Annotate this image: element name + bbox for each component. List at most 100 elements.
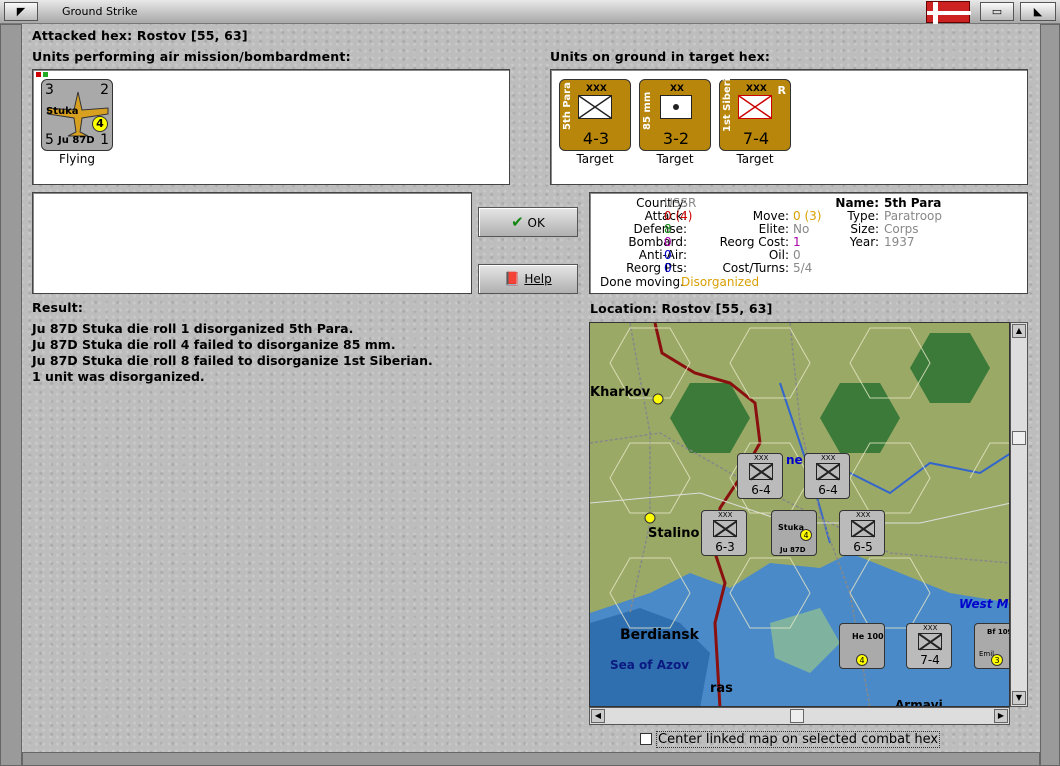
map-counter[interactable]: XXX 6-4 xyxy=(804,453,850,499)
reorg-pts-label: Reorg Pts: xyxy=(626,261,687,275)
reorg-pts-value: 0 xyxy=(664,261,672,275)
ground-units-label: Units on ground in target hex: xyxy=(550,49,771,64)
counter-value: 6-4 xyxy=(818,483,838,497)
system-menu-button[interactable]: ◤ xyxy=(4,2,38,21)
result-line: Ju 87D Stuka die roll 4 failed to disorg… xyxy=(32,337,396,352)
type-label: Type: xyxy=(847,209,879,223)
unit-status: Target xyxy=(736,152,774,166)
map-label-sea-of-azov: Sea of Azov xyxy=(610,658,690,672)
air-unit-name: Stuka xyxy=(46,106,79,117)
right-frame xyxy=(1040,24,1060,766)
ground-unit-5th-para[interactable]: 5th Para XXX 4-3 xyxy=(559,79,631,151)
map-label-ras: ras xyxy=(710,681,733,696)
infantry-symbol-icon xyxy=(713,520,737,537)
horizontal-scroll-thumb[interactable] xyxy=(790,709,804,723)
year-value: 1937 xyxy=(884,235,915,249)
german-flag-icon xyxy=(926,1,971,24)
air-unit-top-left: 3 xyxy=(45,82,54,98)
air-unit-bottom-left: 5 xyxy=(45,132,54,148)
minimize-button[interactable]: ▭ xyxy=(980,2,1014,21)
counter-value: 6-4 xyxy=(751,483,771,497)
defense-label: Defense: xyxy=(633,222,687,236)
counter-size: XXX xyxy=(923,624,938,632)
unit-name: 85 mm xyxy=(642,91,653,130)
result-label: Result: xyxy=(32,300,84,315)
map-counter[interactable]: XXX 6-5 xyxy=(839,510,885,556)
size-value: Corps xyxy=(884,222,919,236)
scroll-left-icon[interactable]: ◀ xyxy=(591,709,605,723)
linked-map[interactable]: Kharkov Stalino Berdiansk Sea of Azov We… xyxy=(589,322,1010,707)
bombard-label: Bombard: xyxy=(628,235,687,249)
counter-value: 6-3 xyxy=(715,540,735,554)
map-counter[interactable]: XXX 7-4 xyxy=(906,623,952,669)
map-vertical-scrollbar[interactable]: ▲ ▼ xyxy=(1010,322,1028,707)
infantry-symbol-icon xyxy=(918,633,942,650)
air-units-panel: 3 2 Stuka 4 5 Ju 87D 1 Flying xyxy=(32,69,510,185)
unit-size: XXX xyxy=(586,84,607,94)
checkmark-icon: ✔ xyxy=(511,213,524,231)
scroll-right-icon[interactable]: ▶ xyxy=(994,709,1008,723)
result-line: Ju 87D Stuka die roll 8 failed to disorg… xyxy=(32,353,433,368)
unit-status-value: Disorganized xyxy=(681,275,760,289)
map-counter[interactable]: XXX 6-3 xyxy=(701,510,747,556)
map-air-counter-bf109[interactable]: Bf 109 Emil 3 xyxy=(974,623,1009,669)
book-icon: 📕 xyxy=(504,272,521,287)
elite-value: No xyxy=(793,222,810,236)
elite-label: Elite: xyxy=(758,222,789,236)
map-counter[interactable]: XXX 6-4 xyxy=(737,453,783,499)
ground-unit-1st-siberian[interactable]: 1st Siberi. XXX R 7-4 xyxy=(719,74,791,151)
counter-value: 6-5 xyxy=(853,540,873,554)
unit-value: 3-2 xyxy=(662,129,690,148)
message-panel xyxy=(32,192,472,294)
cost-turns-value: 5/4 xyxy=(793,261,813,275)
unit-status: Target xyxy=(656,152,694,166)
air-units-label: Units performing air mission/bombardment… xyxy=(32,49,351,64)
unit-value: 4-3 xyxy=(582,129,610,148)
ground-strike-window: ◤ Ground Strike ▭ ◣ Attacked hex: Rostov… xyxy=(0,0,1060,766)
unit-status: Target xyxy=(576,152,614,166)
air-unit-badge: 4 xyxy=(92,116,108,132)
unit-name: 5th Para xyxy=(562,82,573,130)
ok-button-label: OK xyxy=(527,216,545,230)
location-label: Location: Rostov [55, 63] xyxy=(590,301,773,316)
title-bar: ◤ Ground Strike ▭ ◣ xyxy=(0,0,1060,24)
help-button-label: Help xyxy=(524,272,552,286)
left-frame xyxy=(0,24,22,766)
infantry-symbol-icon xyxy=(851,520,875,537)
bombard-value: 0 xyxy=(664,235,672,249)
help-button[interactable]: 📕 Help xyxy=(478,264,578,294)
country-value: USSR xyxy=(664,196,697,210)
air-counter-model: Ju 87D xyxy=(780,546,806,554)
unit-marker-icon xyxy=(43,72,48,77)
air-unit-top-right: 2 xyxy=(100,82,109,98)
attacked-hex-label: Attacked hex: Rostov [55, 63] xyxy=(32,28,248,43)
year-label: Year: xyxy=(849,235,879,249)
air-unit-status: Flying xyxy=(59,152,95,166)
air-counter-badge: 4 xyxy=(856,654,868,666)
map-label-berdiansk: Berdiansk xyxy=(620,627,699,643)
scroll-up-icon[interactable]: ▲ xyxy=(1012,324,1026,338)
scroll-down-icon[interactable]: ▼ xyxy=(1012,691,1026,705)
map-horizontal-scrollbar[interactable]: ◀ ▶ xyxy=(589,707,1010,725)
infantry-symbol-icon xyxy=(578,95,612,119)
counter-value: 7-4 xyxy=(920,653,940,667)
move-value: 0 (3) xyxy=(793,209,822,223)
vertical-scroll-thumb[interactable] xyxy=(1012,431,1026,445)
map-air-counter-stuka[interactable]: Stuka Ju 87D 4 xyxy=(771,510,817,556)
map-air-counter-he100[interactable]: He 100 4 xyxy=(839,623,885,669)
name-value: 5th Para xyxy=(884,196,942,210)
center-map-checkbox[interactable] xyxy=(640,733,652,745)
close-button[interactable]: ◣ xyxy=(1020,2,1056,21)
ground-unit-85mm[interactable]: 85 mm XX 3-2 xyxy=(639,79,711,151)
stuka-air-unit[interactable]: 3 2 Stuka 4 5 Ju 87D 1 xyxy=(41,79,113,151)
unit-info-panel: Country: USSR Attack: 0 (4) Defense: 8 B… xyxy=(589,192,1028,294)
unit-marker-icon xyxy=(36,72,41,77)
defense-value: 8 xyxy=(664,222,672,236)
artillery-symbol-icon xyxy=(660,95,692,119)
counter-size: XXX xyxy=(718,511,733,519)
unit-size: XX xyxy=(670,84,684,94)
infantry-symbol-icon xyxy=(816,463,840,480)
map-label-ne: ne xyxy=(786,453,803,467)
center-map-checkbox-label[interactable]: Center linked map on selected combat hex xyxy=(656,731,941,748)
ok-button[interactable]: ✔ OK xyxy=(478,207,578,237)
